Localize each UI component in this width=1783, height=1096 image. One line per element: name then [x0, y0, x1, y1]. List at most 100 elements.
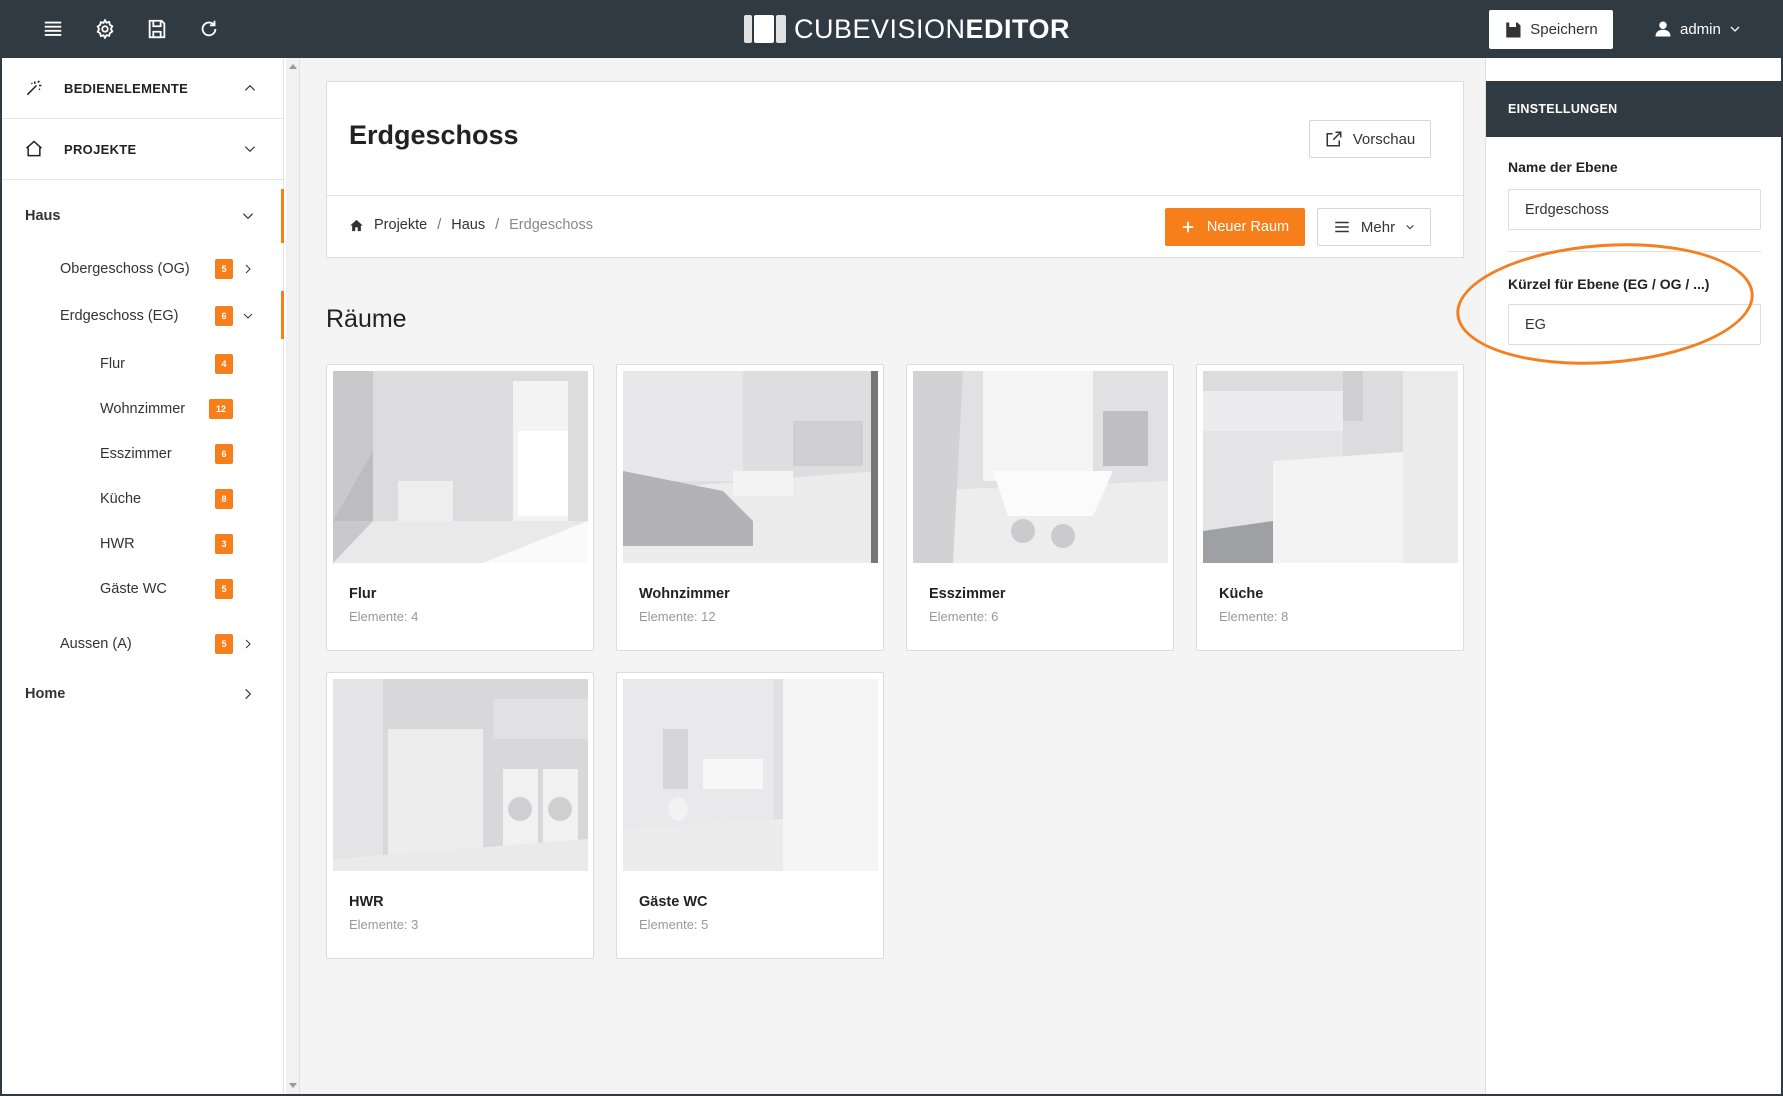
brand-name-light: CUBEVISION: [794, 13, 966, 44]
room-thumbnail: [333, 679, 588, 871]
room-thumbnail: [623, 679, 878, 871]
room-card-title: Gäste WC: [639, 894, 708, 910]
room-card-gaeste-wc[interactable]: Gäste WC Elemente: 5: [616, 672, 884, 959]
level-short-label: Kürzel für Ebene (EG / OG / ...): [1508, 276, 1710, 292]
count-badge: 3: [215, 534, 233, 554]
sidebar-item-label: Erdgeschoss (EG): [60, 308, 179, 324]
sidebar-item-label: Wohnzimmer: [100, 401, 186, 417]
preview-button-label: Vorschau: [1352, 130, 1416, 148]
sidebar-section-bedienelemente[interactable]: BEDIENELEMENTE: [2, 58, 283, 119]
room-card-title: Küche: [1219, 586, 1264, 602]
sidebar-item-hwr[interactable]: HWR 3: [100, 530, 240, 558]
more-button-label: Mehr: [1360, 218, 1396, 236]
breadcrumb-projekte[interactable]: Projekte: [374, 217, 427, 233]
chevron-down-icon: [1406, 224, 1414, 230]
sidebar-item-obergeschoss[interactable]: Obergeschoss (OG) 5: [60, 255, 270, 283]
save-button[interactable]: Speichern: [1489, 10, 1613, 49]
count-badge: 12: [209, 399, 233, 419]
room-thumbnail: [623, 371, 878, 563]
brand-name-bold: EDITOR: [965, 13, 1071, 44]
breadcrumb-separator: /: [437, 217, 442, 233]
count-badge: 6: [215, 444, 233, 464]
new-room-button-label: Neuer Raum: [1206, 219, 1290, 235]
magic-wand-icon: [26, 80, 42, 96]
count-badge: 6: [215, 306, 233, 326]
settings-panel: EINSTELLUNGEN Name der Ebene Kürzel für …: [1485, 58, 1781, 1094]
sidebar-item-kueche[interactable]: Küche 8: [100, 485, 240, 513]
room-card-meta: Elemente: 5: [639, 917, 709, 932]
plus-icon: [1182, 221, 1194, 233]
level-name-label: Name der Ebene: [1508, 159, 1618, 175]
level-short-input[interactable]: [1508, 304, 1761, 345]
user-menu[interactable]: admin: [1654, 0, 1741, 58]
sidebar-item-home[interactable]: Home: [25, 680, 275, 708]
app-window: CUBEVISION EDITOR Speichern admin BEDIEN…: [2, 0, 1781, 1094]
sidebar-item-label: HWR: [100, 536, 135, 552]
save-button-label: Speichern: [1530, 21, 1598, 38]
room-card-kueche[interactable]: Küche Elemente: 8: [1196, 364, 1464, 651]
sidebar-item-esszimmer[interactable]: Esszimmer 6: [100, 440, 240, 468]
sidebar-section-projekte[interactable]: PROJEKTE: [2, 119, 283, 180]
sidebar-item-wohnzimmer[interactable]: Wohnzimmer 12: [100, 395, 240, 423]
room-card-meta: Elemente: 3: [349, 917, 419, 932]
gear-icon[interactable]: [79, 0, 131, 58]
count-badge: 5: [215, 634, 233, 654]
sidebar-item-aussen[interactable]: Aussen (A) 5: [60, 630, 270, 658]
sidebar-section-label: BEDIENELEMENTE: [64, 80, 189, 96]
more-button[interactable]: Mehr: [1317, 208, 1431, 246]
level-name-input[interactable]: [1508, 189, 1761, 230]
user-name: admin: [1680, 20, 1721, 38]
sidebar: BEDIENELEMENTE PROJEKTE Haus Obergeschos…: [2, 58, 284, 1094]
new-room-button[interactable]: Neuer Raum: [1165, 208, 1305, 246]
sidebar-scrollbar[interactable]: [286, 58, 300, 1094]
chevron-right-icon: [242, 263, 254, 275]
page-title: Erdgeschoss: [349, 120, 519, 150]
floppy-disk-icon[interactable]: [131, 0, 183, 58]
preview-button[interactable]: Vorschau: [1309, 120, 1431, 158]
room-card-title: HWR: [349, 894, 384, 910]
sidebar-item-label: Obergeschoss (OG): [60, 261, 190, 277]
room-card-meta: Elemente: 6: [929, 609, 999, 624]
sidebar-item-label: Haus: [25, 208, 61, 224]
chevron-right-icon: [241, 687, 255, 701]
settings-divider: [1508, 251, 1761, 252]
scroll-down-icon[interactable]: [289, 1083, 297, 1088]
breadcrumb-separator: /: [495, 217, 500, 233]
room-card-meta: Elemente: 8: [1219, 609, 1289, 624]
settings-header: EINSTELLUNGEN: [1486, 81, 1781, 137]
sidebar-section-label: PROJEKTE: [64, 141, 137, 157]
sidebar-item-label: Esszimmer: [100, 446, 172, 462]
room-thumbnail: [1203, 371, 1458, 563]
room-card-esszimmer[interactable]: Esszimmer Elemente: 6: [906, 364, 1174, 651]
section-title: Räume: [326, 305, 407, 333]
room-card-hwr[interactable]: HWR Elemente: 3: [326, 672, 594, 959]
room-card-wohnzimmer[interactable]: Wohnzimmer Elemente: 12: [616, 364, 884, 651]
active-indicator: [281, 189, 284, 243]
sidebar-item-label: Gäste WC: [100, 581, 167, 597]
refresh-icon[interactable]: [183, 0, 235, 58]
header-divider: [327, 195, 1463, 196]
scroll-up-icon[interactable]: [289, 64, 297, 69]
sidebar-item-gaeste-wc[interactable]: Gäste WC 5: [100, 575, 240, 603]
count-badge: 4: [215, 354, 233, 374]
cube-logo-icon: [744, 15, 788, 43]
sidebar-item-label: Home: [25, 686, 66, 702]
sidebar-item-erdgeschoss[interactable]: Erdgeschoss (EG) 6: [60, 302, 270, 330]
external-link-icon: [1326, 131, 1342, 147]
page-header-card: Erdgeschoss Vorschau Projekte / Haus / E…: [326, 81, 1464, 258]
room-card-title: Flur: [349, 586, 377, 602]
sidebar-item-haus[interactable]: Haus: [25, 202, 275, 230]
breadcrumb-haus[interactable]: Haus: [451, 217, 485, 233]
count-badge: 5: [215, 259, 233, 279]
sidebar-item-label: Küche: [100, 491, 142, 507]
chevron-down-icon: [242, 310, 254, 322]
room-card-title: Esszimmer: [929, 586, 1006, 602]
room-card-flur[interactable]: Flur Elemente: 4: [326, 364, 594, 651]
sidebar-item-flur[interactable]: Flur 4: [100, 350, 240, 378]
home-icon: [26, 140, 42, 157]
count-badge: 8: [215, 489, 233, 509]
menu-icon[interactable]: [27, 0, 79, 58]
chevron-up-icon: [243, 81, 257, 95]
breadcrumb: Projekte / Haus / Erdgeschoss: [349, 217, 593, 233]
chevron-down-icon: [243, 142, 257, 156]
